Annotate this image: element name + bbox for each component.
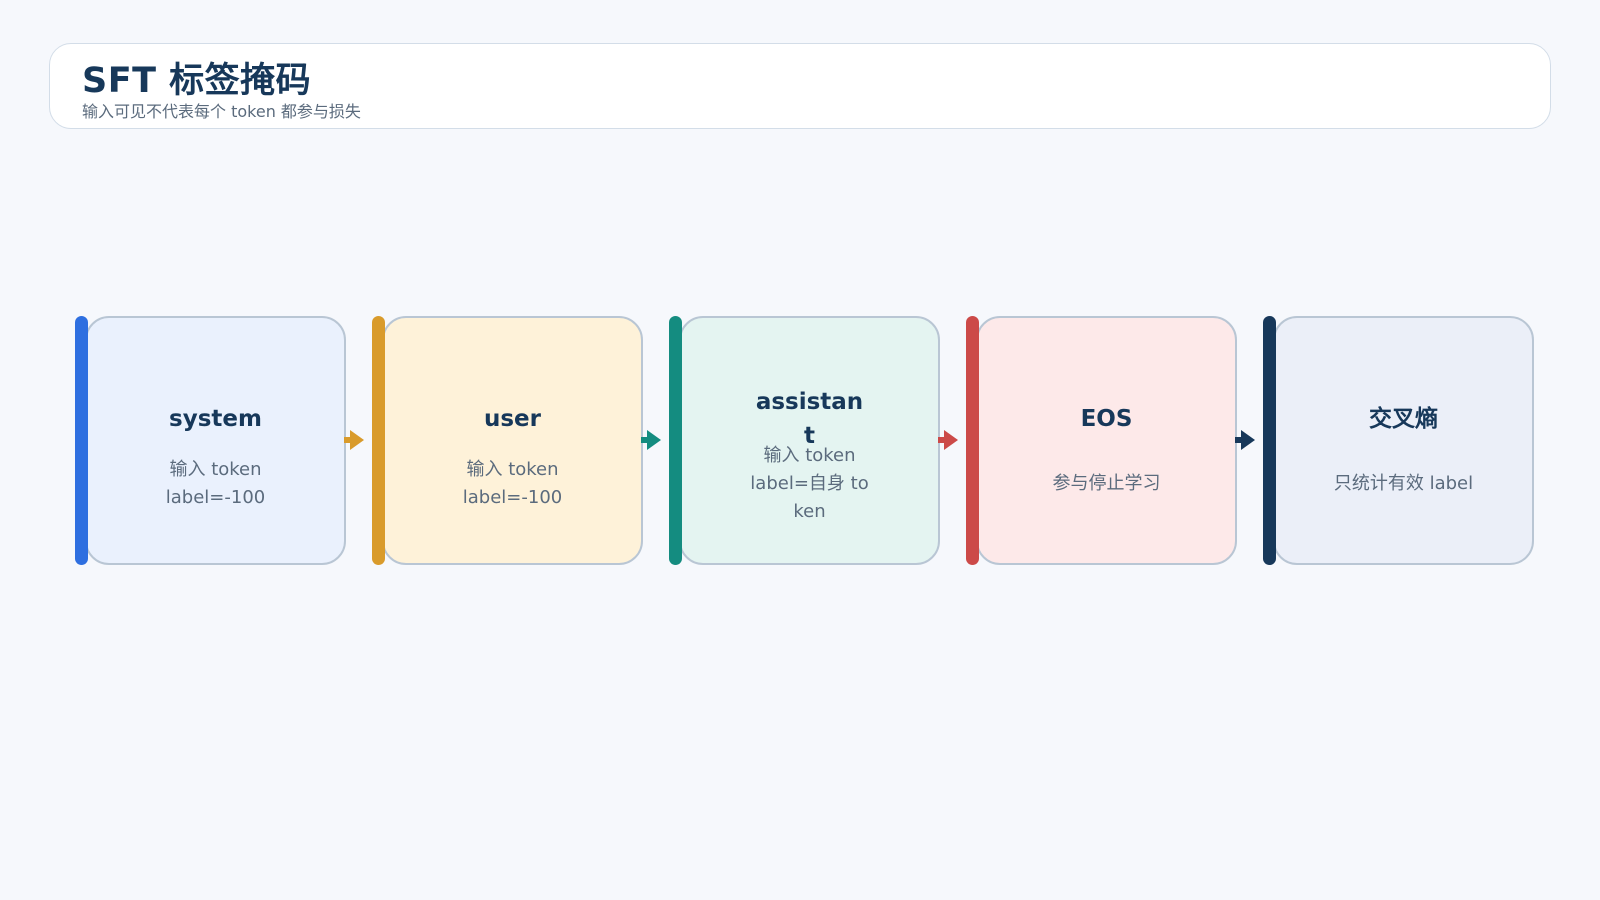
- step-accent-bar: [966, 316, 979, 565]
- step-card-assistant: assistan t 输入 token label=自身 to ken: [669, 316, 940, 565]
- step-title: system: [169, 406, 262, 432]
- header-panel: SFT 标签掩码 输入可见不代表每个 token 都参与损失: [49, 43, 1551, 129]
- step-card-eos: EOS 参与停止学习: [966, 316, 1237, 565]
- step-desc-line: 参与停止学习: [1052, 473, 1161, 494]
- step-accent-bar: [372, 316, 385, 565]
- page-title: SFT 标签掩码: [82, 61, 312, 101]
- step-title: assistan: [755, 389, 864, 415]
- step-desc-line: 只统计有效 label: [1333, 473, 1474, 494]
- step-desc-line: label=-100: [165, 487, 266, 508]
- step-card-user: user 输入 token label=-100: [372, 316, 643, 565]
- step-desc-line: 输入 token: [169, 459, 262, 480]
- step-accent-bar: [75, 316, 88, 565]
- step-desc-line: label=自身 to: [750, 473, 869, 494]
- step-title: user: [483, 406, 541, 432]
- step-title: 交叉熵: [1369, 406, 1438, 432]
- step-desc-line: label=-100: [462, 487, 563, 508]
- flow-arrow-icon: [344, 430, 364, 450]
- step-desc-line: ken: [793, 501, 826, 522]
- step-desc-line: 输入 token: [466, 459, 559, 480]
- step-accent-bar: [1263, 316, 1276, 565]
- page-subtitle: 输入可见不代表每个 token 都参与损失: [82, 102, 361, 121]
- step-card-cross-entropy: 交叉熵 只统计有效 label: [1263, 316, 1534, 565]
- flow-arrow-icon: [1235, 430, 1255, 450]
- step-title: EOS: [1080, 406, 1133, 432]
- step-card-system: system 输入 token label=-100: [75, 316, 346, 565]
- flow-arrow-icon: [938, 430, 958, 450]
- step-desc-line: 输入 token: [763, 445, 856, 466]
- flow-arrow-icon: [641, 430, 661, 450]
